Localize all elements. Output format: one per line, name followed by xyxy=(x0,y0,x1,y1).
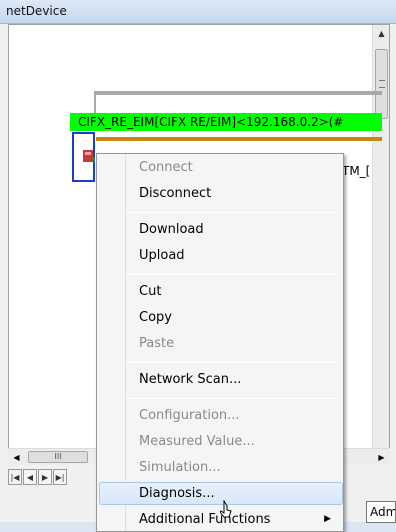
menu-item-disconnect[interactable]: Disconnect xyxy=(99,182,343,205)
device-icon[interactable] xyxy=(82,148,96,164)
device-bus-line xyxy=(96,137,382,141)
window-title: netDevice xyxy=(6,4,67,18)
grip-icon xyxy=(379,80,385,88)
menu-item-copy[interactable]: Copy xyxy=(99,306,343,329)
secondary-device-label: TM_[ xyxy=(342,164,371,178)
admin-field: Admi xyxy=(366,501,396,523)
menu-item-cut[interactable]: Cut xyxy=(99,280,343,303)
nav-prev-icon[interactable]: ◀ xyxy=(23,469,37,485)
scroll-right-arrow-icon[interactable]: ▶ xyxy=(373,449,390,466)
menu-item-network-scan[interactable]: Network Scan... xyxy=(99,368,343,391)
scroll-left-arrow-icon[interactable]: ◀ xyxy=(8,449,25,466)
menu-item-measured-value: Measured Value... xyxy=(139,434,255,449)
menu-separator xyxy=(127,398,339,399)
menu-item-connect: Connect xyxy=(139,160,193,175)
nav-first-icon[interactable]: |◀ xyxy=(8,469,22,485)
page-navigation: |◀ ◀ ▶ ▶| xyxy=(8,466,108,488)
ethernet-bus-line xyxy=(95,91,382,95)
menu-item-simulation: Simulation... xyxy=(139,460,221,475)
menu-item-download[interactable]: Download xyxy=(99,218,343,241)
device-label-bar[interactable]: CIFX_RE_EIM[CIFX RE/EIM]<192.168.0.2>(# xyxy=(70,113,382,131)
nav-last-icon[interactable]: ▶| xyxy=(53,469,67,485)
nav-next-icon[interactable]: ▶ xyxy=(38,469,52,485)
window-titlebar: netDevice xyxy=(0,0,396,24)
context-menu: Connect Disconnect Download Upload Cut Copy Pa… xyxy=(96,153,344,532)
netdevice-window: netDevice ▲ ▼ CIFX_RE_EIM[CIFX RE/EIM]<1… xyxy=(0,0,396,532)
menu-item-upload[interactable]: Upload xyxy=(99,244,343,267)
menu-item-paste: Paste xyxy=(139,336,175,351)
scroll-up-arrow-icon[interactable]: ▲ xyxy=(373,25,390,42)
menu-item-configuration: Configuration... xyxy=(139,408,240,423)
vertical-scroll-thumb[interactable] xyxy=(375,49,388,119)
horizontal-scroll-thumb[interactable]: III xyxy=(28,451,88,463)
menu-separator xyxy=(127,362,339,363)
menu-separator xyxy=(127,274,339,275)
menu-separator xyxy=(127,212,339,213)
mouse-pointer-icon xyxy=(220,500,232,518)
submenu-arrow-icon: ▶ xyxy=(324,514,331,524)
